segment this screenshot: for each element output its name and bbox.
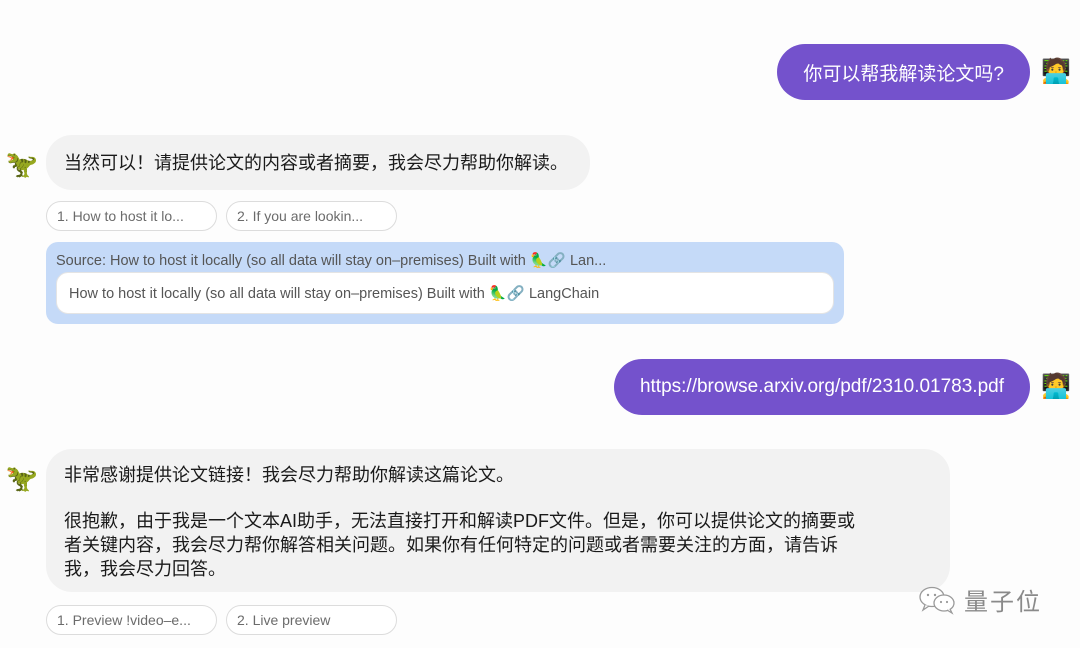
watermark-text: 量子位: [964, 589, 1042, 616]
wechat-icon: [919, 586, 955, 615]
bot-message-line: 很抱歉，由于我是一个文本AI助手，无法直接打开和解读PDF文件。但是，你可以提供…: [64, 511, 856, 531]
bot-avatar-icon: 🦖: [5, 463, 39, 493]
bot-message-bubble: 当然可以！请提供论文的内容或者摘要，我会尽力帮助你解读。: [46, 135, 590, 190]
bot-message-text: 当然可以！请提供论文的内容或者摘要，我会尽力帮助你解读。: [64, 152, 568, 173]
source-content: How to host it locally (so all data will…: [56, 272, 834, 314]
bot-message-paragraph: 非常感谢提供论文链接！我会尽力帮助你解读这篇论文。: [64, 465, 514, 485]
user-avatar-icon: 🧑‍💻: [1041, 373, 1071, 400]
suggestion-chip-label: 1. Preview !video–e...: [57, 612, 191, 628]
user-message-bubble: https://browse.arxiv.org/pdf/2310.01783.…: [613, 359, 1030, 415]
suggestion-chip-label: 1. How to host it lo...: [57, 208, 184, 224]
bot-message-bubble: 非常感谢提供论文链接！我会尽力帮助你解读这篇论文。 很抱歉，由于我是一个文本AI…: [46, 449, 950, 592]
source-panel[interactable]: Source: How to host it locally (so all d…: [46, 242, 844, 324]
user-message-text: 你可以帮我解读论文吗?: [803, 63, 1004, 85]
bot-message-line: 我，我会尽力回答。: [64, 559, 226, 579]
suggestion-chip[interactable]: 2. Live preview: [226, 605, 397, 635]
source-title: Source: How to host it locally (so all d…: [56, 253, 607, 269]
suggestion-chip[interactable]: 1. Preview !video–e...: [46, 605, 217, 635]
suggestion-chip-label: 2. If you are lookin...: [237, 208, 364, 224]
suggestion-chip[interactable]: 1. How to host it lo...: [46, 201, 217, 231]
suggestion-chip-label: 2. Live preview: [237, 612, 331, 628]
user-message-row: 你可以帮我解读论文吗? 🧑‍💻: [777, 44, 1080, 100]
user-avatar-icon: 🧑‍💻: [1041, 58, 1071, 85]
user-message-row: https://browse.arxiv.org/pdf/2310.01783.…: [613, 359, 1080, 415]
suggestion-chip[interactable]: 2. If you are lookin...: [226, 201, 397, 231]
user-message-text: https://browse.arxiv.org/pdf/2310.01783.…: [639, 376, 1004, 397]
watermark: 量子位: [918, 582, 1042, 617]
bot-message-line: 者关键内容，我会尽力帮你解答相关问题。如果你有任何特定的问题或者需要关注的方面，…: [64, 535, 838, 555]
user-message-bubble: 你可以帮我解读论文吗?: [777, 44, 1030, 100]
bot-avatar-icon: 🦖: [5, 149, 39, 179]
